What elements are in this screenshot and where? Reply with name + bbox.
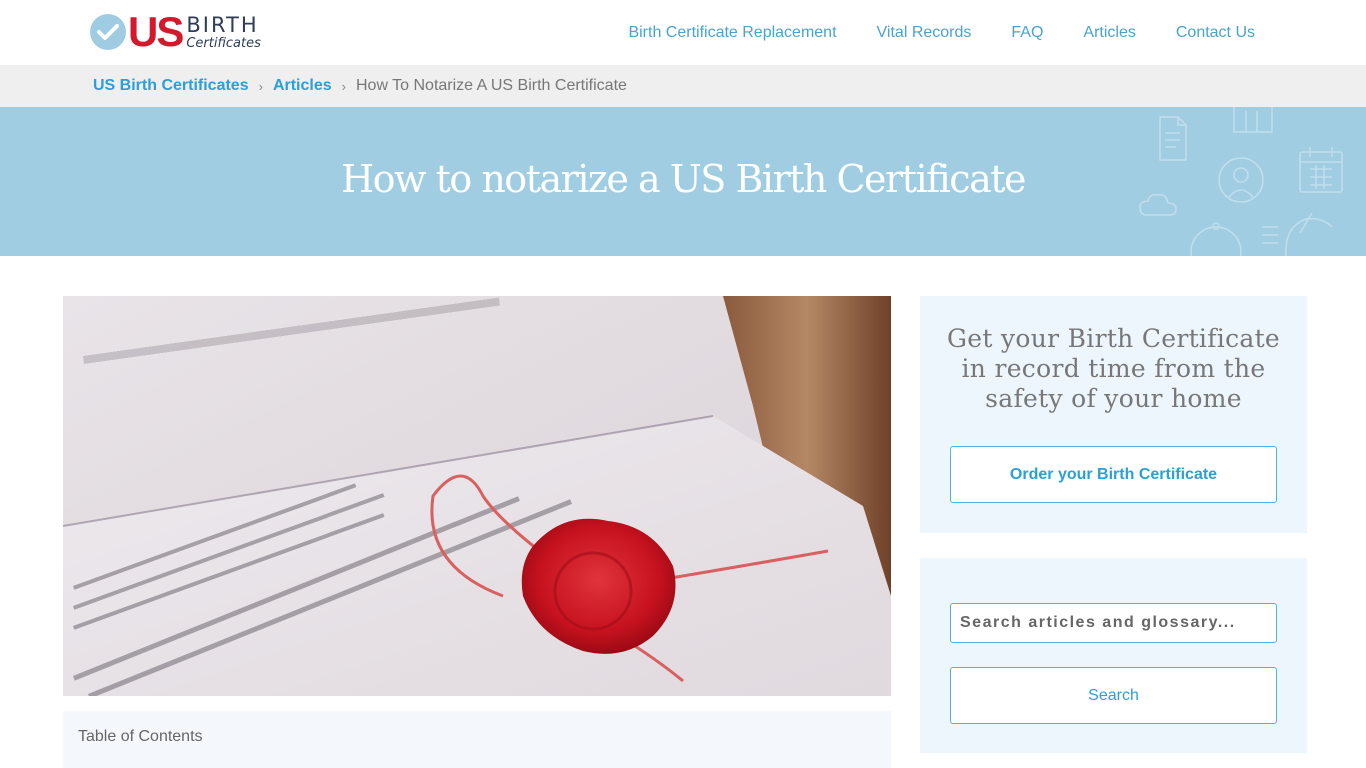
hero-decoration — [1139, 107, 1343, 256]
nav-articles[interactable]: Articles — [1083, 24, 1135, 42]
nav-faq[interactable]: FAQ — [1011, 24, 1043, 42]
logo-us-text: US — [128, 8, 184, 55]
calendar-icon — [1299, 147, 1343, 193]
logo-birth-text: BIRTH — [186, 12, 259, 37]
nav-vital-records[interactable]: Vital Records — [877, 24, 972, 42]
article-hero-image — [63, 296, 891, 696]
search-card: Search — [920, 558, 1307, 753]
cloud-icon — [1139, 193, 1177, 216]
check-circle-icon — [90, 14, 126, 50]
order-birth-certificate-button[interactable]: Order your Birth Certificate — [950, 446, 1277, 503]
site-header: US BIRTH Certificates Birth Certificate … — [0, 0, 1366, 65]
nav-contact-us[interactable]: Contact Us — [1176, 24, 1255, 42]
site-logo[interactable]: US BIRTH Certificates — [90, 10, 261, 54]
breadcrumb: US Birth Certificates › Articles › How T… — [0, 65, 1366, 107]
hero-banner: How to notarize a US Birth Certificate — [0, 107, 1366, 256]
main-nav: Birth Certificate Replacement Vital Reco… — [628, 0, 1255, 65]
nav-birth-certificate-replacement[interactable]: Birth Certificate Replacement — [628, 24, 836, 42]
logo-tagline: Certificates — [186, 35, 261, 51]
breadcrumb-current: How To Notarize A US Birth Certificate — [355, 77, 627, 94]
document-icon — [1159, 116, 1187, 161]
table-of-contents[interactable]: Table of Contents — [63, 711, 891, 768]
search-button[interactable]: Search — [950, 667, 1277, 724]
breadcrumb-articles[interactable]: Articles — [273, 77, 332, 95]
promo-text: Get your Birth Certificate in record tim… — [946, 324, 1281, 413]
user-circle-icon — [1218, 157, 1264, 203]
order-promo-card: Get your Birth Certificate in record tim… — [920, 296, 1307, 533]
toc-label: Table of Contents — [78, 728, 203, 745]
globe-icon — [1190, 222, 1242, 256]
stopwatch-icon — [1262, 212, 1333, 256]
search-input[interactable] — [950, 603, 1277, 643]
book-icon — [1233, 107, 1273, 133]
breadcrumb-home[interactable]: US Birth Certificates — [93, 77, 249, 95]
breadcrumb-separator-icon: › — [341, 78, 346, 94]
breadcrumb-separator-icon: › — [258, 78, 263, 94]
